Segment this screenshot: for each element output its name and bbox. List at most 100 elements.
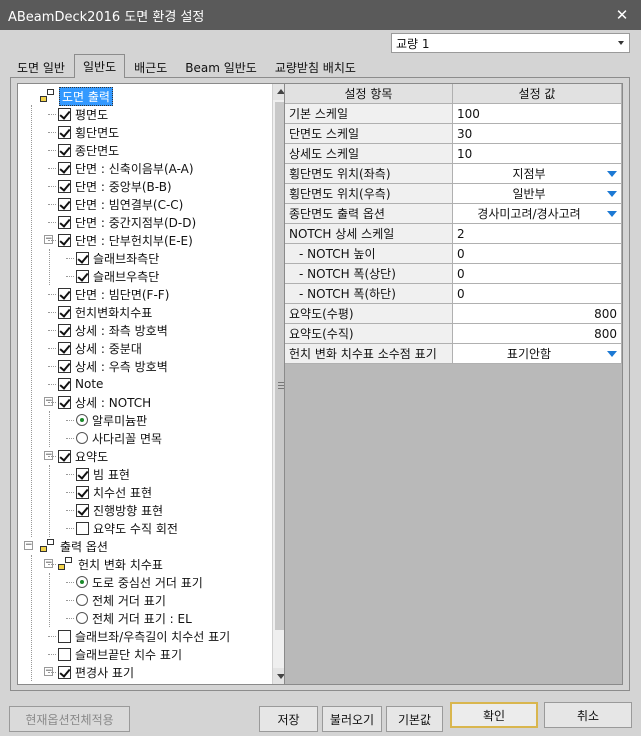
tree-node[interactable]: 슬래브좌측단 bbox=[76, 249, 159, 267]
checkbox[interactable] bbox=[58, 215, 71, 229]
checkbox[interactable] bbox=[76, 467, 89, 481]
save-button[interactable]: 저장 bbox=[259, 706, 318, 732]
close-icon[interactable]: ✕ bbox=[613, 6, 631, 24]
grid-row[interactable]: 횡단면도 위치(우측) 일반부 bbox=[285, 184, 622, 204]
tree-node[interactable]: 전체 거더 표기 : EL bbox=[76, 609, 192, 627]
checkbox[interactable] bbox=[58, 287, 71, 301]
tree-node[interactable]: 단면 : 빔연결부(C-C) bbox=[58, 195, 183, 213]
checkbox[interactable] bbox=[58, 647, 71, 661]
tree-node[interactable]: 단면 : 중앙부(B-B) bbox=[58, 177, 172, 195]
tree-node[interactable]: 출력 옵션 bbox=[40, 537, 108, 555]
tree-node[interactable]: 슬래브끝단 치수 표기 bbox=[58, 645, 182, 663]
tree-node[interactable]: 진행방향 표현 bbox=[76, 501, 163, 519]
tree-node[interactable]: 상세 : 중분대 bbox=[58, 339, 142, 357]
tree-node[interactable]: 종단면도 bbox=[58, 141, 119, 159]
tree-node[interactable]: 상세 : NOTCH bbox=[58, 393, 151, 411]
setting-value-input[interactable]: 100 bbox=[453, 104, 622, 124]
tree-node[interactable]: 사다리꼴 면목 bbox=[76, 429, 162, 447]
setting-value-select[interactable]: 일반부 bbox=[453, 184, 622, 204]
tab-rebar-drawing[interactable]: 배근도 bbox=[125, 56, 176, 78]
setting-value-input[interactable]: 800 bbox=[453, 324, 622, 344]
tab-drawing-general[interactable]: 도면 일반 bbox=[8, 56, 74, 78]
checkbox[interactable] bbox=[76, 269, 89, 283]
tree-node[interactable]: 슬래브우측단 bbox=[76, 267, 159, 285]
tree-node[interactable]: 단면 : 중간지점부(D-D) bbox=[58, 213, 196, 231]
radio-button[interactable] bbox=[76, 432, 88, 444]
tree-node[interactable]: 전체 거더 표기 bbox=[76, 591, 166, 609]
dropdown-arrow-icon[interactable] bbox=[604, 205, 620, 222]
setting-value-input[interactable]: 0 bbox=[453, 264, 622, 284]
tree-node[interactable]: 슬래브좌/우측길이 치수선 표기 bbox=[58, 627, 230, 645]
tab-general-drawing[interactable]: 일반도 bbox=[73, 54, 126, 78]
setting-value-input[interactable]: 0 bbox=[453, 244, 622, 264]
tree-node[interactable]: 횡단면도 bbox=[58, 123, 119, 141]
ok-button[interactable]: 확인 bbox=[450, 702, 538, 728]
tree-collapse-icon[interactable]: − bbox=[24, 541, 33, 550]
grid-row[interactable]: - NOTCH 폭(하단) 0 bbox=[285, 284, 622, 304]
tree-node[interactable]: 단면 : 신축이음부(A-A) bbox=[58, 159, 194, 177]
checkbox[interactable] bbox=[58, 395, 71, 409]
checkbox[interactable] bbox=[58, 125, 71, 139]
default-button[interactable]: 기본값 bbox=[386, 706, 443, 732]
grid-row[interactable]: 상세도 스케일 10 bbox=[285, 144, 622, 164]
tree-node[interactable]: 헌치변화치수표 bbox=[58, 303, 152, 321]
cancel-button[interactable]: 취소 bbox=[544, 702, 632, 728]
tree-node[interactable]: 편경사 표기 bbox=[58, 663, 134, 681]
radio-button[interactable] bbox=[76, 576, 88, 588]
tree-node[interactable]: 도면 출력 bbox=[40, 86, 113, 106]
dropdown-arrow-icon[interactable] bbox=[604, 165, 620, 182]
apply-all-button[interactable]: 현재옵션전체적용 bbox=[9, 706, 130, 732]
setting-value-input[interactable]: 2 bbox=[453, 224, 622, 244]
grid-row[interactable]: - NOTCH 폭(상단) 0 bbox=[285, 264, 622, 284]
checkbox[interactable] bbox=[58, 629, 71, 643]
radio-button[interactable] bbox=[76, 594, 88, 606]
load-button[interactable]: 불러오기 bbox=[322, 706, 382, 732]
setting-value-select[interactable]: 경사미고려/경사고려 bbox=[453, 204, 622, 224]
setting-value-select[interactable]: 지점부 bbox=[453, 164, 622, 184]
grid-row[interactable]: 종단면도 출력 옵션 경사미고려/경사고려 bbox=[285, 204, 622, 224]
setting-value-input[interactable]: 30 bbox=[453, 124, 622, 144]
checkbox[interactable] bbox=[58, 341, 71, 355]
checkbox[interactable] bbox=[58, 377, 71, 391]
checkbox[interactable] bbox=[58, 161, 71, 175]
tree-node[interactable]: 단면 : 단부헌치부(E-E) bbox=[58, 231, 193, 249]
tree-node[interactable]: 단면 : 빔단면(F-F) bbox=[58, 285, 169, 303]
tab-beam-general[interactable]: Beam 일반도 bbox=[176, 56, 266, 78]
checkbox[interactable] bbox=[58, 179, 71, 193]
tree-node[interactable]: 상세 : 우측 방호벽 bbox=[58, 357, 168, 375]
checkbox[interactable] bbox=[58, 323, 71, 337]
tree-node[interactable]: 빔 표현 bbox=[76, 465, 130, 483]
tree-node[interactable]: Note bbox=[58, 375, 103, 393]
radio-button[interactable] bbox=[76, 612, 88, 624]
checkbox[interactable] bbox=[76, 251, 89, 265]
grid-row[interactable]: 단면도 스케일 30 bbox=[285, 124, 622, 144]
grid-row[interactable]: 헌치 변화 치수표 소수점 표기 표기안함 bbox=[285, 344, 622, 364]
tree-node[interactable]: 헌치 변화 치수표 bbox=[58, 555, 163, 573]
checkbox[interactable] bbox=[58, 107, 71, 121]
tree-node[interactable]: 알루미늄판 bbox=[76, 411, 147, 429]
checkbox[interactable] bbox=[76, 485, 89, 499]
grid-row[interactable]: 기본 스케일 100 bbox=[285, 104, 622, 124]
grid-row[interactable]: 요약도(수평) 800 bbox=[285, 304, 622, 324]
checkbox[interactable] bbox=[58, 359, 71, 373]
tree-node[interactable]: 도로 중심선 거더 표기 bbox=[76, 573, 203, 591]
tree-node[interactable]: 평면도 bbox=[58, 105, 108, 123]
tree-node[interactable]: 요약도 수직 회전 bbox=[76, 519, 178, 537]
grid-row[interactable]: 요약도(수직) 800 bbox=[285, 324, 622, 344]
dropdown-arrow-icon[interactable] bbox=[604, 345, 620, 362]
tree-node[interactable]: 치수선 표현 bbox=[76, 483, 152, 501]
checkbox[interactable] bbox=[58, 143, 71, 157]
tab-bearing-layout[interactable]: 교량받침 배치도 bbox=[266, 56, 365, 78]
setting-value-select[interactable]: 표기안함 bbox=[453, 344, 622, 364]
checkbox[interactable] bbox=[58, 665, 71, 679]
dropdown-arrow-icon[interactable] bbox=[604, 185, 620, 202]
tree-node[interactable]: 구배 변화구간 bbox=[76, 681, 163, 684]
radio-button[interactable] bbox=[76, 414, 88, 426]
checkbox[interactable] bbox=[58, 233, 71, 247]
bridge-select[interactable]: 교량 1 bbox=[391, 33, 630, 53]
tree-node[interactable]: 상세 : 좌측 방호벽 bbox=[58, 321, 168, 339]
checkbox[interactable] bbox=[58, 449, 71, 463]
checkbox[interactable] bbox=[76, 521, 89, 535]
grid-row[interactable]: NOTCH 상세 스케일 2 bbox=[285, 224, 622, 244]
setting-value-input[interactable]: 800 bbox=[453, 304, 622, 324]
